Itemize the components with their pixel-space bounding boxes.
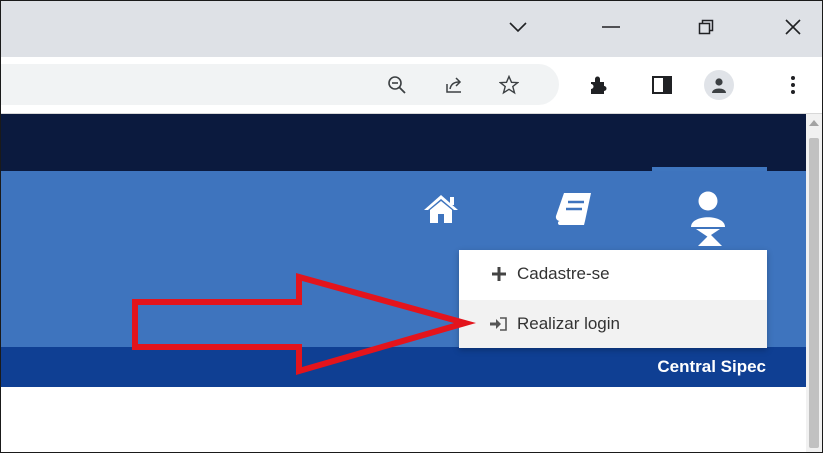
share-icon[interactable] [439, 70, 469, 100]
browser-toolbar [1, 57, 822, 114]
user-dropdown-menu: Cadastre-se Realizar login [459, 250, 767, 348]
register-menu-item[interactable]: Cadastre-se [459, 250, 767, 298]
close-button[interactable] [768, 9, 818, 45]
zoom-out-icon[interactable] [382, 70, 412, 100]
screenshot-frame: Central Sipec Cadastre-se Realizar login [0, 0, 823, 453]
address-bar[interactable] [1, 64, 559, 105]
dropdown-caret [698, 234, 722, 246]
close-icon [785, 19, 801, 35]
header-top-band [1, 114, 806, 171]
star-icon[interactable] [494, 70, 524, 100]
profile-icon[interactable] [704, 70, 734, 100]
site-brand[interactable]: Central Sipec [657, 357, 766, 377]
restore-icon [698, 19, 714, 35]
scroll-thumb[interactable] [809, 138, 819, 448]
register-label: Cadastre-se [517, 264, 610, 283]
home-icon[interactable] [422, 193, 460, 225]
menu-icon[interactable] [778, 70, 808, 100]
page-scrollbar[interactable] [806, 114, 822, 452]
login-label: Realizar login [517, 314, 620, 333]
chevron-down-icon [508, 21, 528, 33]
tab-search-button[interactable] [493, 9, 543, 45]
minimize-button[interactable] [586, 9, 636, 45]
browser-titlebar [1, 1, 822, 57]
sign-in-icon [489, 317, 509, 331]
annotation-arrow [132, 273, 477, 375]
plus-icon [489, 267, 509, 281]
login-menu-item[interactable]: Realizar login [459, 300, 767, 348]
book-icon[interactable] [554, 191, 594, 227]
extensions-icon[interactable] [584, 70, 614, 100]
restore-button[interactable] [681, 9, 731, 45]
scroll-up-arrow-icon[interactable] [809, 120, 819, 126]
side-panel-icon[interactable] [647, 70, 677, 100]
minimize-icon [602, 25, 620, 29]
